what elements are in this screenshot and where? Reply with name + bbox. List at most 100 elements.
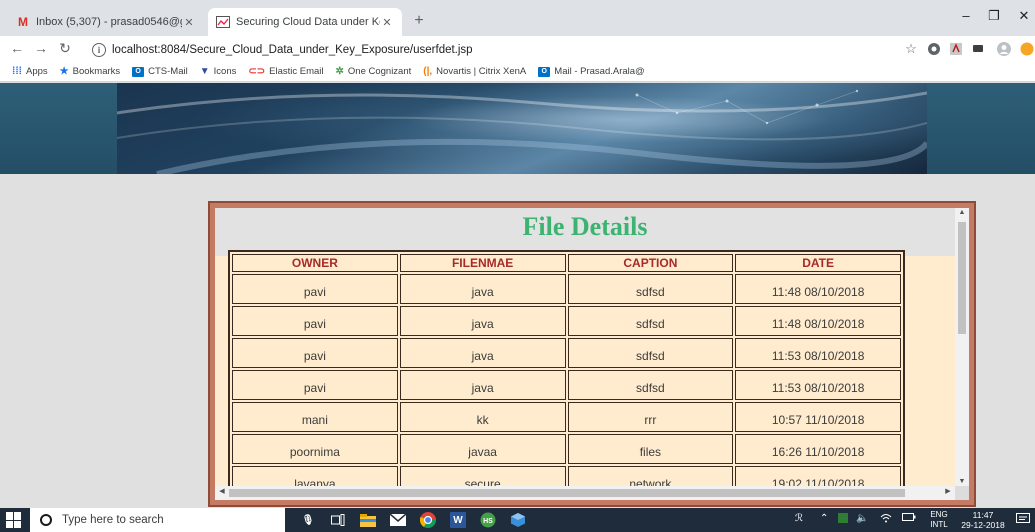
tab-gmail[interactable]: M Inbox (5,307) - prasad0546@gm ✕ <box>8 8 204 36</box>
wifi-icon[interactable] <box>880 513 892 526</box>
cell-date: 16:26 11/10/2018 <box>735 434 901 464</box>
show-hidden-icons-icon[interactable]: ⌃ <box>820 513 828 524</box>
horizontal-scrollbar[interactable]: ◀ ▶ <box>215 486 955 500</box>
banner-left-fill <box>0 83 117 174</box>
forward-icon[interactable]: → <box>32 40 50 56</box>
close-icon[interactable]: ✕ <box>380 16 394 29</box>
bookmark-icons[interactable]: ▼ Icons <box>200 66 237 77</box>
cell-filename: java <box>399 338 566 368</box>
bookmark-novartis[interactable]: (|, Novartis | Citrix XenA <box>423 66 526 77</box>
bookmark-cts-mail[interactable]: O CTS-Mail <box>132 66 188 77</box>
gmail-icon: M <box>18 15 28 29</box>
file-details-table: OWNER FILENMAE CAPTION DATE pavi java sd… <box>228 250 905 500</box>
windows-start-icon[interactable] <box>6 512 22 528</box>
apps-grid-icon: ⁞⁞⁞ <box>12 66 22 77</box>
file-table-wrapper: OWNER FILENMAE CAPTION DATE pavi java sd… <box>228 250 905 500</box>
people-icon[interactable]: ℛ <box>795 513 803 524</box>
clock-time: 11:47 <box>972 510 994 520</box>
bookmark-elastic-email[interactable]: ⊂⊃ Elastic Email <box>248 66 323 77</box>
table-row: pavi java sdfsd 11:53 08/10/2018 <box>232 370 901 400</box>
battery-icon[interactable] <box>902 513 916 524</box>
column-header-owner: OWNER <box>232 254 398 272</box>
file-explorer-icon[interactable] <box>360 512 376 528</box>
tab-securing-cloud-data[interactable]: Securing Cloud Data under Key E ✕ <box>208 8 402 36</box>
info-icon[interactable]: i <box>92 42 106 57</box>
bookmark-apps[interactable]: ⁞⁞⁞ Apps <box>12 66 48 77</box>
pdf-extension-icon[interactable] <box>948 41 964 57</box>
update-menu-icon[interactable] <box>1019 41 1035 57</box>
address-bar[interactable]: i localhost:8084/Secure_Cloud_Data_under… <box>92 39 892 60</box>
scroll-right-icon[interactable]: ▶ <box>941 487 955 495</box>
hotspot-shield-icon[interactable]: HS <box>480 512 496 528</box>
browser-tab-bar: M Inbox (5,307) - prasad0546@gm ✕ Securi… <box>0 0 1035 36</box>
app-tray-icon[interactable] <box>838 513 848 526</box>
profile-avatar-icon[interactable] <box>996 41 1012 57</box>
mail-icon[interactable] <box>390 512 406 528</box>
bookmark-label: Apps <box>26 66 48 77</box>
notifications-icon[interactable] <box>1016 513 1030 528</box>
url-text: localhost:8084/Secure_Cloud_Data_under_K… <box>112 43 473 56</box>
input-language-indicator[interactable]: ENG INTL <box>928 510 950 530</box>
word-icon[interactable]: W <box>450 512 466 528</box>
icons-logo-icon: ▼ <box>199 66 210 77</box>
scroll-left-icon[interactable]: ◀ <box>215 487 229 495</box>
elastic-email-icon: ⊂⊃ <box>248 66 266 77</box>
bookmark-star-icon[interactable]: ☆ <box>903 41 919 57</box>
taskbar-search-box[interactable]: Type here to search <box>30 508 285 532</box>
taskbar-clock[interactable]: 11:47 29-12-2018 <box>954 510 1012 530</box>
cell-owner: pavi <box>232 306 398 336</box>
restore-icon[interactable]: ❐ <box>984 8 1004 24</box>
cell-date: 11:48 08/10/2018 <box>735 274 901 304</box>
cell-filename: java <box>399 370 566 400</box>
scrollbar-corner <box>955 486 969 500</box>
vertical-scrollbar[interactable]: ▲ ▼ <box>955 208 969 486</box>
table-row: pavi java sdfsd 11:48 08/10/2018 <box>232 274 901 304</box>
chat-extension-icon[interactable] <box>970 41 986 57</box>
bookmarks-bar: ⁞⁞⁞ Apps ★ Bookmarks O CTS-Mail ▼ Icons … <box>0 62 1035 82</box>
table-row: pavi java sdfsd 11:48 08/10/2018 <box>232 306 901 336</box>
cell-date: 10:57 11/10/2018 <box>735 402 901 432</box>
bookmark-mail-prasad[interactable]: O Mail - Prasad.Arala@ <box>538 66 645 77</box>
column-header-caption: CAPTION <box>567 254 734 272</box>
volume-icon[interactable]: 🔈 <box>856 513 868 524</box>
reload-icon[interactable]: ↻ <box>56 40 74 57</box>
minimize-icon[interactable]: – <box>956 8 976 23</box>
bookmark-bookmarks[interactable]: ★ Bookmarks <box>60 66 120 77</box>
table-header-row: OWNER FILENMAE CAPTION DATE <box>232 254 901 272</box>
horizontal-scroll-thumb[interactable] <box>229 489 905 497</box>
close-window-icon[interactable]: ✕ <box>1014 8 1034 24</box>
virtualbox-cube-icon[interactable] <box>510 512 526 528</box>
lang-code: ENG <box>930 510 948 519</box>
bookmark-one-cognizant[interactable]: ✲ One Cognizant <box>336 66 412 77</box>
bookmark-label: Elastic Email <box>269 66 324 77</box>
star-icon: ★ <box>59 66 69 77</box>
chrome-icon[interactable] <box>420 512 436 528</box>
page-title: File Details <box>522 212 648 241</box>
cell-owner: pavi <box>232 274 398 304</box>
cell-filename: java <box>399 274 566 304</box>
extension-icon[interactable] <box>926 41 942 57</box>
svg-text:HS: HS <box>483 518 493 525</box>
cell-caption: sdfsd <box>567 274 734 304</box>
bookmark-label: Bookmarks <box>72 66 121 77</box>
header-banner-image <box>117 83 927 174</box>
file-details-frame: File Details OWNER FILENMAE CAPTION DATE <box>208 201 976 507</box>
cell-caption: sdfsd <box>567 338 734 368</box>
cell-caption: files <box>567 434 734 464</box>
cell-owner: pavi <box>232 338 398 368</box>
column-header-filename: FILENMAE <box>399 254 566 272</box>
close-icon[interactable]: ✕ <box>182 16 196 29</box>
cell-filename: javaa <box>399 434 566 464</box>
back-icon[interactable]: ← <box>8 40 26 56</box>
microphone-icon[interactable]: 🎙 <box>300 512 316 528</box>
vertical-scroll-thumb[interactable] <box>958 222 966 334</box>
bookmark-label: One Cognizant <box>347 66 412 77</box>
scroll-up-icon[interactable]: ▲ <box>955 209 969 216</box>
cell-date: 11:53 08/10/2018 <box>735 370 901 400</box>
bookmark-label: CTS-Mail <box>148 66 188 77</box>
task-view-icon[interactable] <box>330 512 346 528</box>
new-tab-button[interactable]: + <box>410 12 428 30</box>
scroll-down-icon[interactable]: ▼ <box>955 478 969 485</box>
bookmark-label: Novartis | Citrix XenA <box>436 66 527 77</box>
bookmark-label: Icons <box>213 66 237 77</box>
